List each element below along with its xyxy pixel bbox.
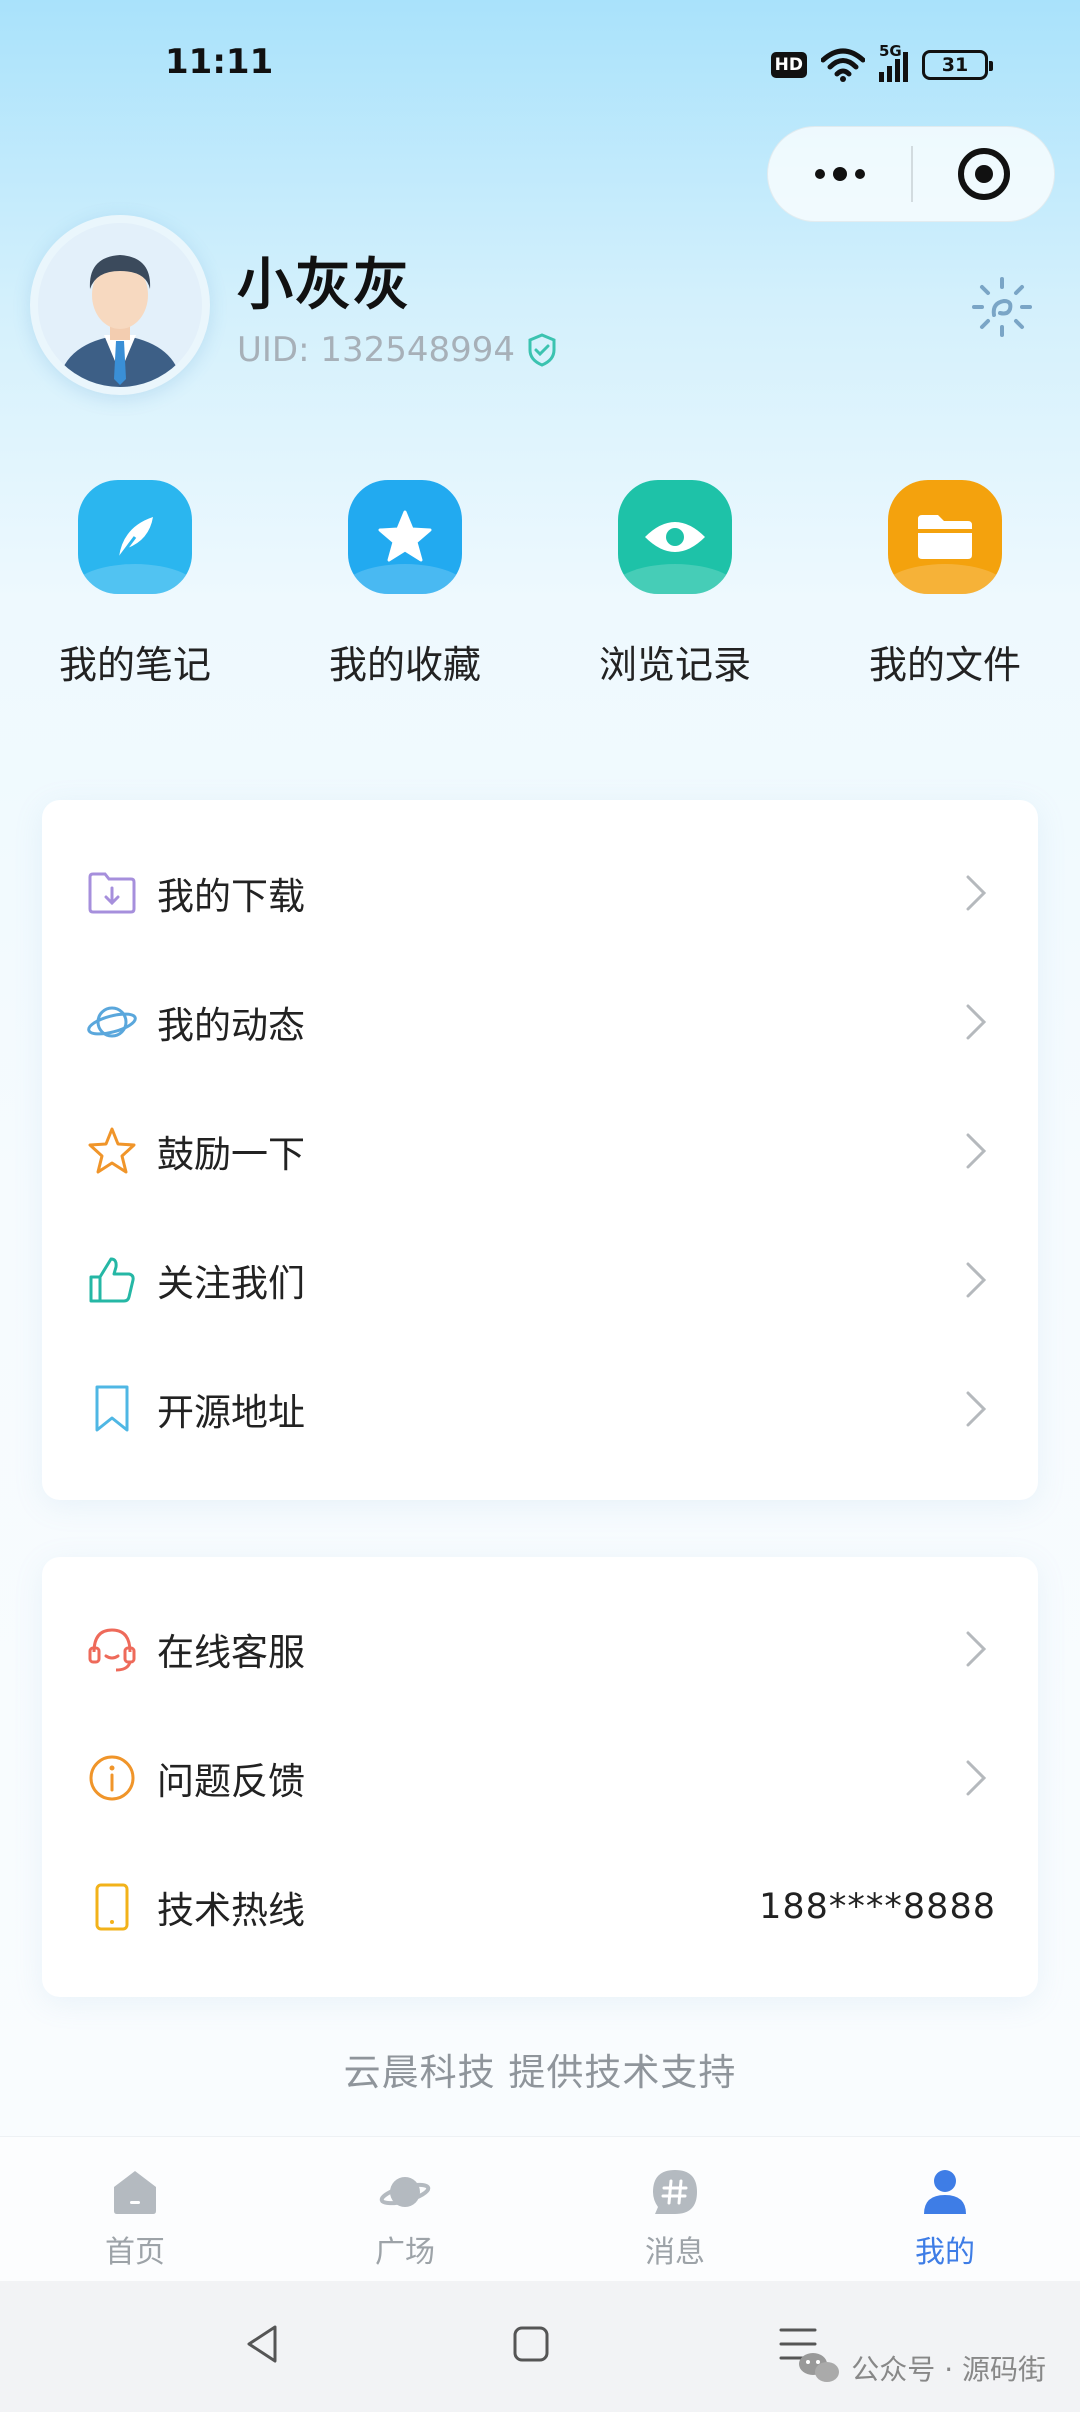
person-icon <box>924 2170 966 2214</box>
tab-label: 广场 <box>375 2235 435 2270</box>
tab-label: 我的 <box>915 2235 975 2270</box>
menu-item-label: 问题反馈 <box>157 1759 305 1803</box>
home-square-icon[interactable] <box>512 2325 550 2363</box>
chevron-right-icon <box>966 1391 987 1426</box>
menu-item-label: 我的动态 <box>157 1003 305 1047</box>
settings-gear-icon[interactable] <box>970 275 1034 339</box>
eye-icon <box>618 480 732 594</box>
menu-item-label: 技术热线 <box>157 1888 305 1932</box>
username: 小灰灰 <box>237 253 411 318</box>
verified-shield-icon <box>528 333 556 367</box>
chevron-right-icon <box>966 1631 987 1666</box>
home-icon <box>114 2171 156 2214</box>
chevron-right-icon <box>966 1760 987 1795</box>
more-options-button[interactable] <box>768 127 911 221</box>
folder-icon <box>888 480 1002 594</box>
menu-item-label: 鼓励一下 <box>157 1132 305 1176</box>
tab-home[interactable]: 首页 <box>0 2137 270 2281</box>
menu-item-label: 在线客服 <box>157 1630 305 1674</box>
menu-item-label: 关注我们 <box>157 1261 305 1305</box>
user-avatar-icon <box>38 223 202 387</box>
menu-card-primary: 我的下载 我的动态 鼓励一下 关注我们 开源地址 <box>42 800 1038 1500</box>
menu-item-label: 我的下载 <box>157 874 305 918</box>
quick-action-label: 我的文件 <box>868 643 1021 687</box>
target-icon <box>957 148 1010 200</box>
menu-item-encourage[interactable]: 鼓励一下 <box>42 1086 1038 1215</box>
signal-icon: 5G <box>879 42 908 82</box>
tab-square[interactable]: 广场 <box>270 2137 540 2281</box>
menu-card-support: 在线客服 问题反馈 技术热线 188****8888 <box>42 1557 1038 1997</box>
wifi-icon <box>821 48 865 82</box>
quick-action-files[interactable]: 我的文件 <box>835 480 1055 689</box>
hashtag-icon <box>653 2170 697 2214</box>
planet-icon <box>379 2177 431 2207</box>
tab-messages[interactable]: 消息 <box>540 2137 810 2281</box>
watermark: 公众号 · 源码街 <box>797 2348 1046 2388</box>
system-nav-bar <box>0 2281 1080 2412</box>
menu-item-tech-hotline[interactable]: 技术热线 188****8888 <box>42 1842 1038 1971</box>
status-icons: HD 5G 31 <box>770 42 993 82</box>
star-outline-icon <box>84 1123 140 1179</box>
menu-item-activity[interactable]: 我的动态 <box>42 957 1038 1086</box>
tab-mine[interactable]: 我的 <box>810 2137 1080 2281</box>
avatar[interactable] <box>30 215 210 395</box>
info-icon <box>84 1750 140 1806</box>
user-uid: UID: 132548994 <box>237 330 557 370</box>
phone-icon <box>84 1879 140 1935</box>
quick-action-favorites[interactable]: 我的收藏 <box>295 480 515 689</box>
thumbs-up-icon <box>84 1252 140 1308</box>
quick-action-notes[interactable]: 我的笔记 <box>25 480 245 689</box>
uid-text: UID: 132548994 <box>237 330 516 370</box>
quick-action-label: 我的收藏 <box>328 643 481 687</box>
star-icon <box>348 480 462 594</box>
quick-action-label: 浏览记录 <box>598 643 751 687</box>
menu-item-open-source[interactable]: 开源地址 <box>42 1344 1038 1473</box>
download-folder-icon <box>84 865 140 921</box>
menu-item-feedback[interactable]: 问题反馈 <box>42 1713 1038 1842</box>
battery-indicator: 31 <box>922 50 993 80</box>
status-time: 11:11 <box>165 42 274 82</box>
bookmark-icon <box>84 1381 140 1437</box>
bottom-tab-bar: 首页 广场 消息 我的 <box>0 2136 1080 2281</box>
menu-item-downloads[interactable]: 我的下载 <box>42 828 1038 957</box>
quick-action-label: 我的笔记 <box>58 643 211 687</box>
miniprogram-capsule <box>767 126 1055 222</box>
quick-action-history[interactable]: 浏览记录 <box>565 480 785 689</box>
support-footer-note: 云晨科技 提供技术支持 <box>343 2051 737 2094</box>
menu-item-label: 开源地址 <box>157 1390 305 1434</box>
tab-label: 首页 <box>105 2235 165 2270</box>
wechat-icon <box>799 2353 840 2382</box>
chevron-right-icon <box>966 1133 987 1168</box>
hotline-number: 188****8888 <box>759 1886 996 1927</box>
close-miniprogram-button[interactable] <box>913 148 1054 200</box>
feather-icon <box>78 480 192 594</box>
menu-item-follow-us[interactable]: 关注我们 <box>42 1215 1038 1344</box>
chevron-right-icon <box>966 875 987 910</box>
menu-item-customer-service[interactable]: 在线客服 <box>42 1584 1038 1713</box>
hd-badge: HD <box>770 52 807 78</box>
tab-label: 消息 <box>645 2235 705 2270</box>
planet-icon <box>84 994 140 1050</box>
back-icon[interactable] <box>243 2323 281 2365</box>
chevron-right-icon <box>966 1004 987 1039</box>
chevron-right-icon <box>966 1262 987 1297</box>
watermark-text: 公众号 · 源码街 <box>851 2353 1046 2386</box>
headset-icon <box>84 1621 140 1677</box>
